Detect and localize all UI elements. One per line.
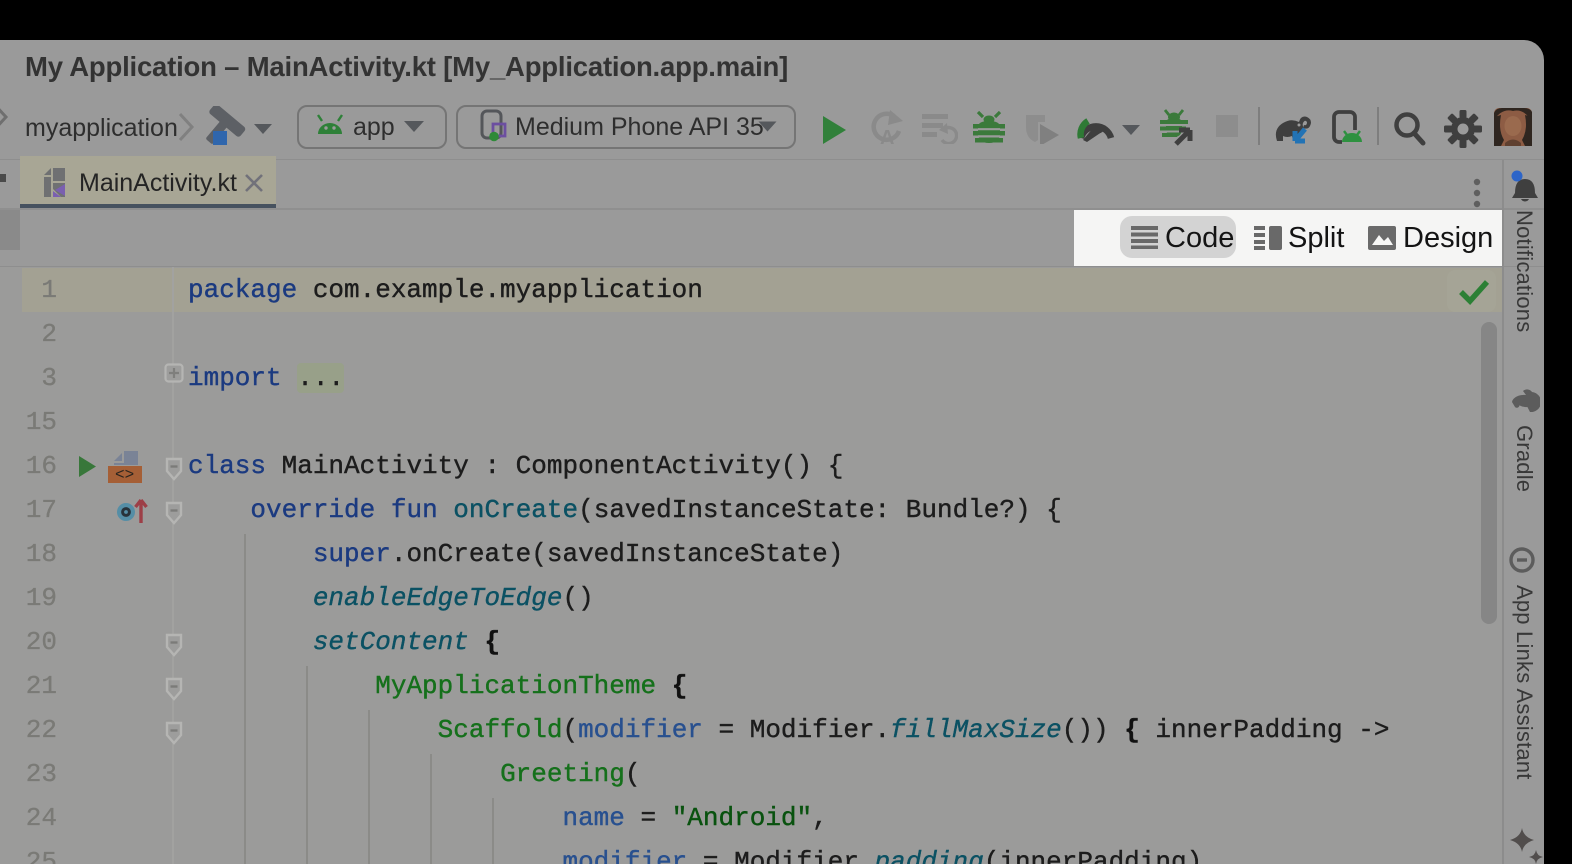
svg-text:<>: <> <box>115 466 134 483</box>
svg-text:A: A <box>880 127 894 146</box>
